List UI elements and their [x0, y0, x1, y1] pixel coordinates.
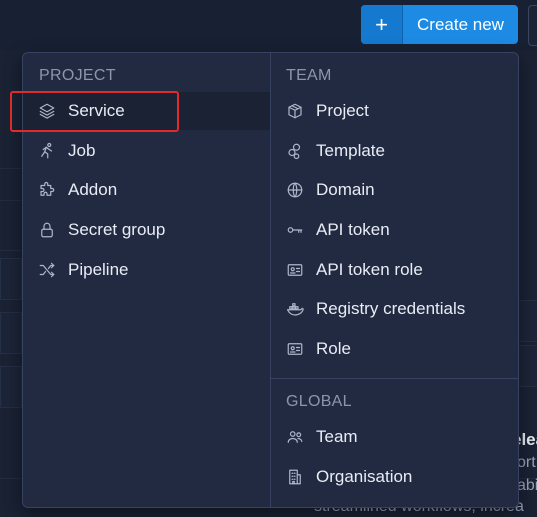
project-column: PROJECT Service Job Addon Secret group P… — [23, 53, 270, 507]
id-card-icon — [285, 339, 305, 359]
team-column: TEAM Project Template Domain API token A… — [270, 53, 519, 507]
runner-icon — [37, 141, 57, 161]
menu-item-service[interactable]: Service — [23, 92, 270, 130]
menu-item-label: Organisation — [316, 467, 413, 486]
lock-icon — [37, 220, 57, 240]
plus-icon: + — [361, 5, 403, 44]
menu-item-team[interactable]: Team — [271, 418, 519, 456]
shuffle-icon — [37, 260, 57, 280]
menu-item-label: API token — [316, 220, 390, 239]
background-text: ort — [517, 454, 536, 471]
background-card — [0, 258, 22, 300]
box-icon — [285, 101, 305, 121]
menu-item-label: Job — [68, 141, 96, 160]
menu-item-registry-credentials[interactable]: Registry credentials — [271, 290, 519, 328]
id-card-icon — [285, 260, 305, 280]
create-new-dropdown: PROJECT Service Job Addon Secret group P… — [22, 52, 519, 508]
menu-item-label: Pipeline — [68, 260, 129, 279]
menu-item-organisation[interactable]: Organisation — [271, 458, 519, 496]
menu-item-label: Addon — [68, 180, 118, 199]
menu-item-label: Registry credentials — [316, 299, 466, 318]
menu-item-label: API token role — [316, 260, 423, 279]
background-card — [518, 345, 537, 387]
section-title-team: TEAM — [286, 67, 332, 84]
globe-icon — [285, 180, 305, 200]
menu-item-label: Service — [68, 101, 125, 120]
menu-item-template[interactable]: Template — [271, 132, 519, 170]
background-text: abi — [517, 477, 537, 494]
shapes-icon — [285, 141, 305, 161]
layers-icon — [37, 101, 57, 121]
create-new-label: Create new — [417, 14, 504, 34]
secondary-button[interactable] — [528, 5, 537, 46]
menu-item-api-token-role[interactable]: API token role — [271, 251, 519, 289]
create-new-button[interactable]: + Create new — [361, 5, 518, 44]
background-card — [0, 366, 22, 408]
users-icon — [285, 427, 305, 447]
menu-item-label: Domain — [316, 180, 375, 199]
docker-icon — [285, 299, 305, 319]
menu-item-domain[interactable]: Domain — [271, 171, 519, 209]
menu-item-role[interactable]: Role — [271, 330, 519, 368]
puzzle-icon — [37, 180, 57, 200]
menu-item-api-token[interactable]: API token — [271, 211, 519, 249]
section-title-global: GLOBAL — [286, 393, 352, 410]
menu-item-label: Secret group — [68, 220, 166, 239]
background-card — [518, 300, 537, 342]
menu-item-label: Team — [316, 427, 358, 446]
section-divider — [271, 378, 519, 379]
menu-item-secret-group[interactable]: Secret group — [23, 211, 270, 249]
menu-item-label: Project — [316, 101, 369, 120]
building-icon — [285, 467, 305, 487]
menu-item-label: Role — [316, 339, 351, 358]
menu-item-project[interactable]: Project — [271, 92, 519, 130]
menu-item-label: Template — [316, 141, 385, 160]
menu-item-addon[interactable]: Addon — [23, 171, 270, 209]
menu-item-pipeline[interactable]: Pipeline — [23, 251, 270, 289]
menu-item-job[interactable]: Job — [23, 132, 270, 170]
section-title-project: PROJECT — [39, 67, 116, 84]
key-icon — [285, 220, 305, 240]
background-card — [0, 312, 22, 354]
